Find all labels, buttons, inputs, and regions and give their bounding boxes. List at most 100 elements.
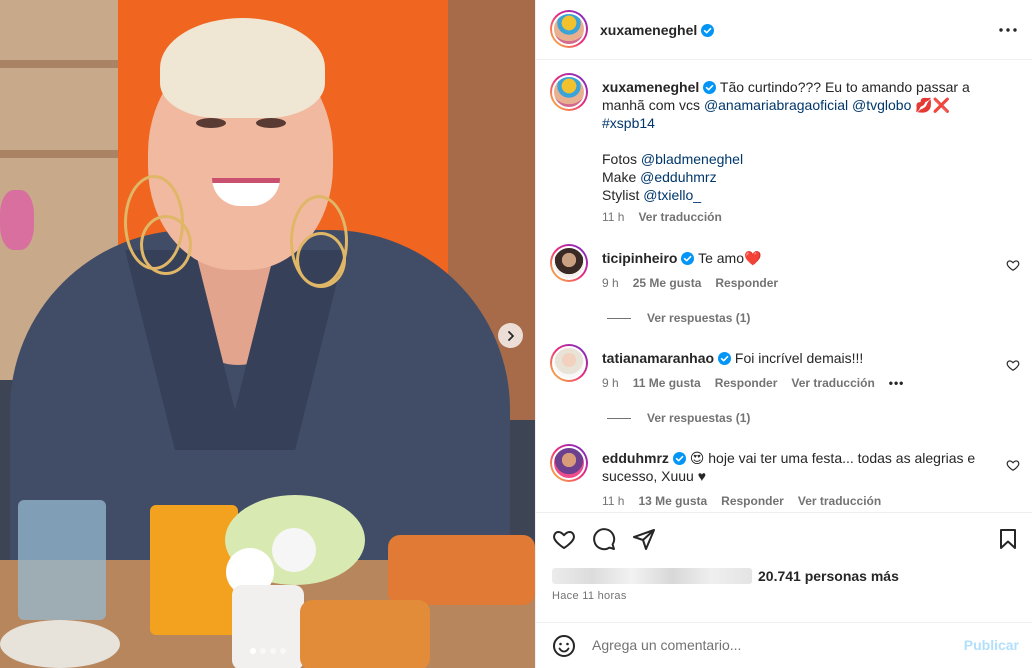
replies-divider bbox=[607, 317, 631, 319]
comment-meta: 11 h 13 Me gusta Responder Ver traducción bbox=[602, 494, 895, 508]
mention-link[interactable]: @bladmeneghel bbox=[641, 151, 743, 167]
smiley-icon[interactable] bbox=[552, 634, 576, 658]
photo-vase bbox=[232, 585, 304, 668]
caption-credit-label: Make bbox=[602, 169, 641, 185]
verified-badge-icon bbox=[672, 452, 686, 465]
heart-icon[interactable] bbox=[1006, 358, 1020, 372]
post-header: xuxameneghel bbox=[536, 0, 1032, 60]
avatar[interactable] bbox=[550, 344, 588, 382]
view-replies-button[interactable]: Ver respuestas (1) bbox=[607, 411, 750, 425]
comment-meta: 9 h 25 Me gusta Responder bbox=[602, 276, 792, 290]
comment-likes[interactable]: 25 Me gusta bbox=[633, 276, 702, 290]
author-username-container[interactable]: xuxameneghel bbox=[600, 22, 715, 38]
verified-badge-icon bbox=[701, 24, 715, 37]
comment-username[interactable]: edduhmrz bbox=[602, 450, 669, 466]
heart-icon[interactable] bbox=[1006, 258, 1020, 272]
avatar-image bbox=[552, 446, 586, 480]
comment-likes[interactable]: 13 Me gusta bbox=[638, 494, 707, 508]
reply-button[interactable]: Responder bbox=[715, 376, 778, 390]
blurred-likers bbox=[552, 568, 752, 584]
comment-text: edduhmrz 😍 hoje vai ter uma festa... tod… bbox=[602, 449, 992, 485]
chevron-right-icon bbox=[507, 330, 514, 341]
comment-username[interactable]: tatianamaranhao bbox=[602, 350, 714, 366]
avatar-image bbox=[552, 12, 586, 46]
photo-dessert-cups bbox=[300, 600, 430, 668]
comment-options-button[interactable]: ••• bbox=[889, 376, 905, 390]
mention-link[interactable]: @tvglobo bbox=[852, 97, 911, 113]
post-actions: 20.741 personas más Hace 11 horas bbox=[536, 512, 1032, 630]
heart-icon[interactable] bbox=[552, 527, 576, 551]
author-username[interactable]: xuxameneghel bbox=[600, 22, 697, 38]
avatar-image bbox=[552, 246, 586, 280]
hashtag-link[interactable]: #xspb14 bbox=[602, 115, 655, 131]
view-replies-label: Ver respuestas (1) bbox=[647, 411, 751, 425]
comment-time[interactable]: 9 h bbox=[602, 276, 619, 290]
avatar[interactable] bbox=[550, 73, 588, 111]
comment-body: Te amo❤️ bbox=[694, 250, 762, 266]
comment-text: tatianamaranhao Foi incrível demais!!! bbox=[602, 349, 997, 367]
comment-time[interactable]: 9 h bbox=[602, 376, 619, 390]
caption-username[interactable]: xuxameneghel bbox=[602, 79, 699, 95]
replies-divider bbox=[607, 417, 631, 419]
reply-button[interactable]: Responder bbox=[715, 276, 778, 290]
carousel-dot bbox=[269, 648, 276, 654]
add-comment-bar: Publicar bbox=[536, 622, 1032, 668]
caption-meta: 11 h Ver traducción bbox=[602, 210, 736, 224]
translate-link[interactable]: Ver traducción bbox=[638, 210, 721, 224]
photo-eye bbox=[196, 118, 226, 128]
caption-emojis: 💋❌ bbox=[911, 97, 951, 113]
paper-plane-icon[interactable] bbox=[632, 527, 656, 551]
view-replies-button[interactable]: Ver respuestas (1) bbox=[607, 311, 750, 325]
avatar-image bbox=[552, 346, 586, 380]
publish-button[interactable]: Publicar bbox=[964, 637, 1019, 653]
verified-badge-icon bbox=[681, 252, 695, 265]
avatar[interactable] bbox=[550, 244, 588, 282]
photo-flower bbox=[272, 528, 316, 572]
background-flower bbox=[0, 190, 34, 250]
comment-meta: 9 h 11 Me gusta Responder Ver traducción ••• bbox=[602, 376, 918, 390]
comment-likes[interactable]: 11 Me gusta bbox=[633, 376, 701, 390]
background-shelf bbox=[0, 60, 118, 68]
likes-count[interactable]: 20.741 personas más bbox=[758, 568, 899, 584]
post-media[interactable] bbox=[0, 0, 535, 668]
heart-icon[interactable] bbox=[1006, 458, 1020, 472]
translate-link[interactable]: Ver traducción bbox=[791, 376, 874, 390]
carousel-dot bbox=[259, 648, 266, 654]
post-panel: xuxameneghel xuxameneghel Tão curtindo??… bbox=[535, 0, 1032, 668]
bookmark-icon[interactable] bbox=[996, 527, 1020, 551]
comments-list[interactable]: xuxameneghel Tão curtindo??? Eu to amand… bbox=[536, 60, 1032, 512]
comment-time[interactable]: 11 h bbox=[602, 494, 624, 508]
caption-credit-label: Stylist bbox=[602, 187, 644, 203]
photo-earring bbox=[140, 215, 192, 275]
mention-link[interactable]: @txiello_ bbox=[643, 187, 701, 203]
mention-link[interactable]: @anamariabragaoficial bbox=[704, 97, 848, 113]
post-caption: xuxameneghel Tão curtindo??? Eu to amand… bbox=[602, 78, 997, 204]
photo-earring bbox=[296, 232, 346, 288]
translate-link[interactable]: Ver traducción bbox=[798, 494, 881, 508]
post-time[interactable]: Hace 11 horas bbox=[552, 590, 627, 602]
carousel-next-button[interactable] bbox=[498, 323, 523, 348]
comment-bubble-icon[interactable] bbox=[592, 527, 616, 551]
caption-credit-label: Fotos bbox=[602, 151, 641, 167]
comment-username[interactable]: ticipinheiro bbox=[602, 250, 677, 266]
avatar[interactable] bbox=[550, 10, 588, 48]
verified-badge-icon bbox=[703, 81, 717, 94]
photo-dessert-cups bbox=[388, 535, 535, 605]
view-replies-label: Ver respuestas (1) bbox=[647, 311, 751, 325]
comment-input[interactable] bbox=[592, 633, 952, 657]
background-shelf bbox=[0, 150, 118, 158]
comment-text: ticipinheiro Te amo❤️ bbox=[602, 249, 997, 267]
more-horizontal-icon bbox=[999, 28, 1017, 32]
mention-link[interactable]: @edduhmrz bbox=[640, 169, 716, 185]
photo-plate bbox=[0, 620, 120, 668]
carousel-indicator bbox=[0, 648, 535, 654]
reply-button[interactable]: Responder bbox=[721, 494, 784, 508]
more-options-button[interactable] bbox=[996, 20, 1020, 40]
photo-glass bbox=[18, 500, 106, 620]
avatar[interactable] bbox=[550, 444, 588, 482]
likes-summary[interactable]: 20.741 personas más bbox=[552, 568, 899, 584]
photo-eye bbox=[256, 118, 286, 128]
carousel-dot bbox=[279, 648, 286, 654]
caption-time[interactable]: 11 h bbox=[602, 210, 624, 224]
photo-juice bbox=[150, 505, 238, 635]
